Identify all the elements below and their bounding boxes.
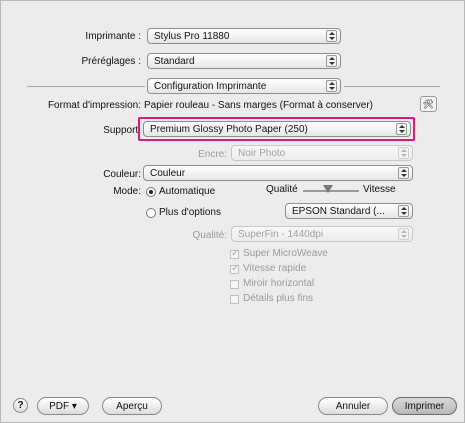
print-dialog: Imprimante : Stylus Pro 11880 Préréglage… — [0, 0, 465, 423]
popup-arrows-icon — [398, 228, 409, 240]
help-button[interactable]: ? — [13, 398, 28, 413]
slider-quality-label: Qualité — [266, 184, 298, 195]
ink-value: Noir Photo — [238, 147, 286, 159]
color-value: Couleur — [150, 167, 186, 179]
color-popup[interactable]: Couleur — [143, 165, 413, 181]
media-label: Support: — [103, 125, 141, 136]
ink-label: Encre: — [198, 149, 227, 160]
epson-mode-popup[interactable]: EPSON Standard (... — [285, 203, 413, 219]
panel-popup[interactable]: Configuration Imprimante — [147, 78, 341, 94]
print-button[interactable]: Imprimer — [392, 397, 457, 415]
mode-automatic-radio[interactable] — [146, 187, 156, 197]
epson-mode-value: EPSON Standard (... — [292, 205, 385, 217]
preview-button[interactable]: Aperçu — [102, 397, 162, 415]
separator-left — [27, 86, 145, 87]
printer-label: Imprimante : — [85, 31, 141, 42]
page-format-value: Papier rouleau - Sans marges (Format à c… — [144, 100, 373, 111]
printer-value: Stylus Pro 11880 — [154, 30, 230, 42]
media-highlight-box — [138, 117, 415, 141]
mode-more-options-label: Plus d'options — [159, 207, 221, 218]
popup-arrows-icon — [326, 80, 337, 92]
popup-arrows-icon — [398, 167, 409, 179]
print-quality-value: SuperFin - 1440dpi — [238, 228, 324, 240]
tools-icon[interactable]: 🛠 — [420, 96, 437, 112]
presets-popup[interactable]: Standard — [147, 53, 341, 69]
panel-value: Configuration Imprimante — [154, 80, 267, 92]
mode-automatic-label: Automatique — [159, 186, 216, 197]
print-quality-popup[interactable]: SuperFin - 1440dpi — [231, 226, 413, 242]
mode-more-options-radio[interactable] — [146, 208, 156, 218]
presets-label: Préréglages : — [81, 56, 141, 67]
pdf-button[interactable]: PDF ▾ — [37, 397, 89, 415]
fast-speed-checkbox[interactable] — [230, 263, 239, 274]
popup-arrows-icon — [326, 30, 337, 42]
cancel-button[interactable]: Annuler — [318, 397, 388, 415]
finest-detail-label: Détails plus fins — [243, 293, 314, 304]
color-label: Couleur: — [103, 169, 141, 180]
printer-popup[interactable]: Stylus Pro 11880 — [147, 28, 341, 44]
super-microweave-label: Super MicroWeave — [243, 248, 328, 259]
mode-label: Mode: — [113, 186, 141, 197]
fast-speed-label: Vitesse rapide — [243, 263, 307, 274]
slider-speed-label: Vitesse — [363, 184, 396, 195]
flip-horizontal-checkbox[interactable] — [230, 280, 239, 289]
page-format-label: Format d'impression: — [47, 100, 141, 111]
popup-arrows-icon — [398, 205, 409, 217]
finest-detail-checkbox[interactable] — [230, 295, 239, 304]
flip-horizontal-label: Miroir horizontal — [243, 278, 315, 289]
popup-arrows-icon — [398, 147, 409, 159]
presets-value: Standard — [154, 55, 195, 67]
popup-arrows-icon — [326, 55, 337, 67]
quality-speed-slider-thumb[interactable] — [323, 185, 333, 193]
super-microweave-checkbox[interactable] — [230, 248, 239, 259]
ink-popup[interactable]: Noir Photo — [231, 145, 413, 161]
print-quality-label: Qualité: — [192, 230, 227, 241]
separator-right — [344, 86, 440, 87]
